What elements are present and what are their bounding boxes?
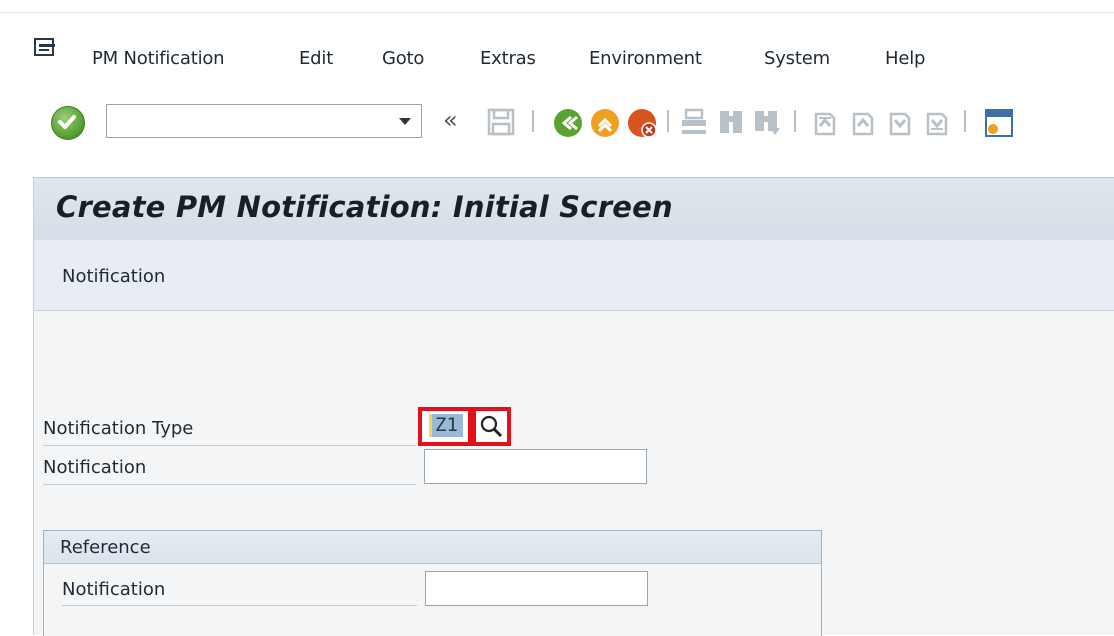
label-underline — [43, 484, 416, 485]
page-title: Create PM Notification: Initial Screen — [56, 190, 673, 224]
notification-tab[interactable]: Notification — [62, 266, 165, 287]
back-icon[interactable] — [553, 108, 583, 138]
toolbar-separator — [532, 110, 534, 132]
menu-extras[interactable]: Extras — [480, 48, 536, 69]
reference-group-title: Reference — [60, 537, 151, 558]
print-icon[interactable] — [680, 108, 708, 136]
first-page-icon[interactable] — [810, 108, 838, 136]
search-help-button[interactable] — [472, 407, 511, 446]
label-underline — [62, 605, 417, 606]
notification-type-value: Z1 — [429, 414, 463, 437]
previous-page-icon[interactable] — [848, 108, 876, 136]
cancel-icon[interactable] — [627, 108, 657, 138]
window-top-border — [0, 0, 1114, 13]
save-icon[interactable] — [487, 108, 515, 136]
label-underline — [43, 445, 416, 446]
application-toolbar: Notification — [33, 240, 1114, 311]
reference-group-box: Reference Notification — [43, 530, 822, 636]
notification-type-label: Notification Type — [43, 418, 194, 439]
search-icon — [480, 415, 503, 438]
back-double-icon[interactable]: « — [443, 106, 458, 134]
menu-bar: PM Notification Edit Goto Extras Environ… — [0, 34, 1114, 84]
notification-input[interactable] — [424, 449, 647, 484]
exit-icon[interactable] — [590, 108, 620, 138]
menu-pm-notification[interactable]: PM Notification — [92, 48, 225, 69]
notification-type-field[interactable]: Z1 — [418, 407, 472, 446]
toolbar-separator — [964, 110, 966, 132]
menu-icon[interactable] — [34, 38, 56, 58]
menu-help[interactable]: Help — [885, 48, 925, 69]
find-icon[interactable] — [717, 108, 745, 136]
screen-title-bar: Create PM Notification: Initial Screen — [33, 177, 1114, 241]
chevron-down-icon[interactable] — [399, 118, 411, 125]
layout-icon[interactable] — [984, 108, 1014, 138]
next-page-icon[interactable] — [885, 108, 913, 136]
notification-label: Notification — [43, 457, 147, 478]
find-next-icon[interactable] — [752, 108, 782, 136]
menu-edit[interactable]: Edit — [299, 48, 333, 69]
toolbar-separator — [667, 110, 669, 132]
standard-toolbar: « — [0, 96, 1114, 148]
last-page-icon[interactable] — [922, 108, 950, 136]
enter-icon[interactable] — [51, 106, 85, 140]
reference-notification-input[interactable] — [425, 571, 648, 606]
menu-goto[interactable]: Goto — [382, 48, 424, 69]
command-field[interactable] — [106, 104, 422, 138]
reference-group-header: Reference — [44, 531, 821, 564]
menu-environment[interactable]: Environment — [589, 48, 702, 69]
reference-notification-label: Notification — [62, 579, 166, 600]
toolbar-separator — [794, 110, 796, 132]
menu-system[interactable]: System — [764, 48, 830, 69]
